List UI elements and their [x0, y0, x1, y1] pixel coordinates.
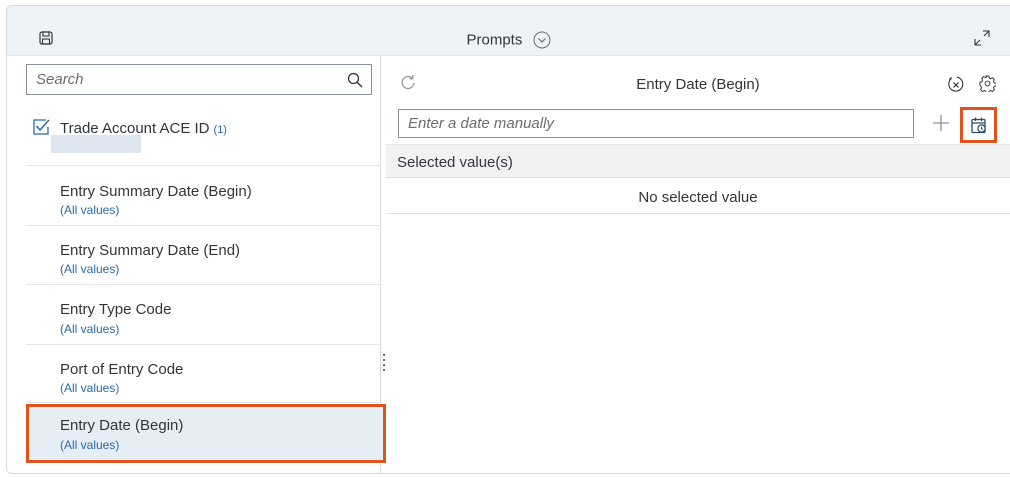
date-input-box [398, 109, 914, 138]
prompt-item-value: (All values) [60, 203, 120, 217]
prompt-detail-pane: Entry Date (Begin) Enter a date manually… [386, 56, 1010, 473]
prompt-item-entry-summary-begin[interactable]: Entry Summary Date (Begin) (All values) [26, 166, 381, 226]
selected-values-list: No selected value [386, 178, 1010, 214]
prompt-item-value: (All values) [60, 262, 120, 276]
prompt-item-value: (All values) [60, 381, 120, 395]
prompt-item-port-of-entry[interactable]: Port of Entry Code (All values) [26, 345, 381, 403]
prompts-dialog: Prompts Trade Account ACE [6, 5, 1010, 474]
detail-title: Entry Date (Begin) [636, 76, 760, 93]
clear-selection-icon[interactable] [948, 76, 964, 92]
selected-value-chip [51, 135, 141, 153]
search-box [26, 64, 372, 95]
dialog-title: Prompts [466, 31, 523, 49]
selected-values-header: Selected value(s) [386, 144, 1010, 178]
calendar-button[interactable] [960, 107, 997, 143]
gear-icon[interactable] [979, 75, 996, 92]
prompt-item-entry-summary-end[interactable]: Entry Summary Date (End) (All values) [26, 226, 381, 285]
prompt-value-count: (1) [213, 124, 227, 136]
prompt-item-entry-date-begin[interactable]: Entry Date (Begin) (All values) [26, 404, 386, 463]
prompt-item-label: Port of Entry Code [60, 361, 184, 378]
prompt-item-label: Entry Summary Date (End) [60, 242, 241, 259]
prompt-list-pane: Trade Account ACE ID(1) Entry Summary Da… [7, 56, 386, 473]
dialog-header: Prompts [7, 6, 1010, 56]
prompt-item-value: (All values) [60, 322, 120, 336]
calendar-icon [971, 117, 986, 134]
prompt-item-value: (All values) [60, 438, 120, 452]
prompt-item-entry-type[interactable]: Entry Type Code (All values) [26, 285, 381, 345]
checkbox-icon[interactable] [32, 118, 50, 136]
no-selected-value-text: No selected value [638, 189, 758, 206]
prompt-item-trade-account[interactable]: Trade Account ACE ID (1) [26, 103, 381, 166]
dialog-title-group: Prompts [7, 31, 1010, 49]
date-input[interactable] [399, 110, 913, 137]
search-input[interactable] [27, 65, 327, 94]
expand-icon[interactable] [974, 30, 990, 46]
selected-values-label: Selected value(s) [397, 154, 513, 171]
prompt-item-label: Entry Summary Date (Begin) [60, 183, 252, 200]
prompt-item-label: Entry Date (Begin) [60, 417, 184, 434]
plus-icon[interactable] [932, 114, 950, 132]
chevron-down-icon[interactable] [533, 31, 551, 49]
search-icon[interactable] [347, 72, 363, 88]
detail-toolbar: Entry Date (Begin) [386, 56, 1010, 103]
prompt-item-label: Entry Type Code [60, 301, 172, 318]
